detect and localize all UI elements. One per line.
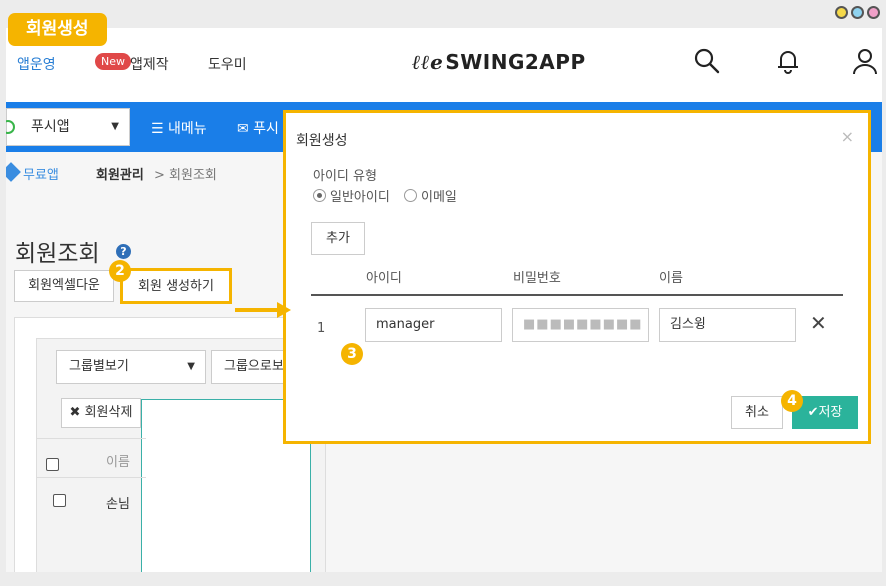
app-select[interactable]: 푸시앱 ▼ [6,108,130,146]
modal-title: 회원생성 [296,133,348,149]
modal-close-icon[interactable]: × [841,127,854,146]
my-menu-link[interactable]: ☰ 내메뉴 [151,118,207,138]
table-row-name: 손님 [106,497,130,512]
push-menu-link[interactable]: ✉ 푸시 [237,118,279,138]
column-header-name: 이름 [659,271,683,286]
arrow-head-icon [277,302,291,318]
radio-email-label: 이메일 [421,190,457,205]
logo-text: SWING2APP [445,50,586,74]
window-dot-yellow[interactable] [835,6,848,19]
remove-row-icon[interactable]: ✕ [810,311,827,335]
id-input[interactable]: manager [365,308,502,342]
breadcrumb-member-view[interactable]: > 회원조회 [154,164,217,183]
app-select-value: 푸시앱 [31,119,70,135]
nav-app-make[interactable]: 앱제작 [130,54,169,74]
page-title: 회원조회 [15,241,100,267]
column-header-name: 이름 [106,455,130,470]
delete-member-label: 회원삭제 [84,405,133,420]
page-tag-title: 회원생성 [8,13,107,46]
close-icon: ✖ [69,405,81,420]
bell-icon[interactable] [773,46,803,76]
group-move-value: 그룹으로보 [224,359,284,374]
radio-general-id[interactable]: 일반아이디 [313,186,390,205]
member-excel-download-button[interactable]: 회원엑셀다운 [14,270,114,302]
chevron-down-icon: ▼ [187,361,195,372]
step-badge-3: 3 [341,343,363,365]
delete-member-button[interactable]: ✖ 회원삭제 [61,398,141,428]
chevron-down-icon: ▼ [111,121,119,132]
nav-app-operate[interactable]: 앱운영 [17,54,56,74]
step-badge-2: 2 [109,260,131,282]
cancel-button[interactable]: 취소 [731,396,783,429]
window-controls [835,6,880,19]
nav-help[interactable]: 도우미 [208,54,247,74]
help-icon[interactable]: ? [116,244,131,259]
top-header: 앱운영 New 앱제작 도우미 ℓℓe SWING2APP [6,28,882,102]
radio-general-id-dot[interactable] [313,189,326,202]
group-view-value: 그룹별보기 [69,359,129,374]
group-view-select[interactable]: 그룹별보기 ▼ [56,350,206,384]
radio-general-id-label: 일반아이디 [330,190,390,205]
new-badge: New [95,53,131,70]
user-icon[interactable] [850,46,880,76]
name-input[interactable]: 김스윙 [659,308,796,342]
row-number: 1 [317,321,326,336]
row-checkbox[interactable] [53,494,66,507]
app-globe-icon [6,120,15,134]
id-type-label: 아이디 유형 [313,169,377,184]
breadcrumb-member-manage[interactable]: 회원관리 [96,164,144,183]
radio-email[interactable]: 이메일 [404,186,457,205]
app-window: 앱운영 New 앱제작 도우미 ℓℓe SWING2APP 푸시앱 ▼ ☰ 내메뉴… [6,28,882,572]
radio-email-dot[interactable] [404,189,417,202]
column-header-password: 비밀번호 [513,271,561,286]
breadcrumb-free-app[interactable]: 무료앱 [23,164,59,183]
window-dot-pink[interactable] [867,6,880,19]
arrow-line [235,308,279,312]
window-dot-blue[interactable] [851,6,864,19]
step-badge-4: 4 [781,390,803,412]
table-header-divider [311,294,843,296]
add-row-button[interactable]: 추가 [311,222,365,255]
column-header-id: 아이디 [366,271,402,286]
free-app-icon [6,162,21,182]
select-all-checkbox[interactable] [46,458,59,471]
create-member-modal: 회원생성 × 아이디 유형 일반아이디 이메일 추가 아이디 비밀번호 이름 1… [283,110,871,444]
create-member-button[interactable]: 회원 생성하기 [120,268,232,304]
logo-mark: ℓℓe [412,50,444,74]
password-input[interactable]: ■■■■■■■■■ [512,308,649,342]
search-icon[interactable] [692,46,722,76]
swing2app-logo[interactable]: ℓℓe SWING2APP [412,50,586,75]
